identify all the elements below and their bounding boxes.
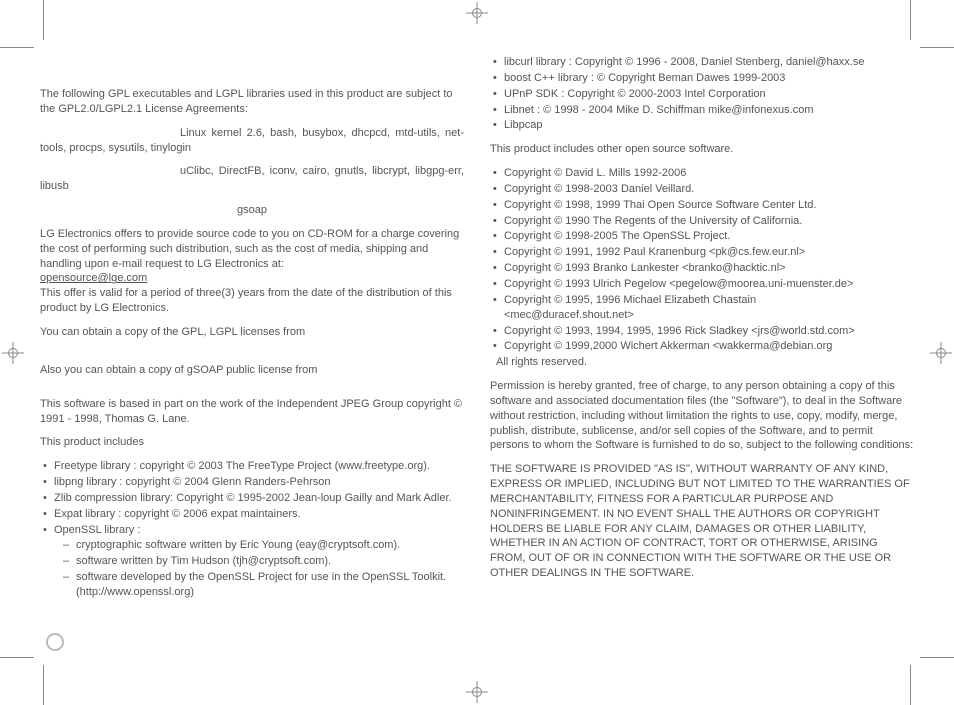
list-item: boost C++ library : © Copyright Beman Da… (490, 71, 914, 86)
included-libraries-list: Freetype library : copyright © 2003 The … (40, 459, 464, 600)
list-item: OpenSSL library : cryptographic software… (40, 523, 464, 600)
registration-mark-icon (930, 342, 952, 364)
list-item: Zlib compression library: Copyright © 19… (40, 491, 464, 506)
crop-mark (0, 47, 34, 48)
registration-mark-icon (466, 681, 488, 703)
crop-mark (43, 665, 44, 705)
list-item: Libpcap (490, 118, 914, 133)
crop-mark (920, 657, 954, 658)
gsoap-copy-paragraph: Also you can obtain a copy of gSOAP publ… (40, 363, 464, 378)
list-item: Copyright © 1993 Branko Lankester <brank… (490, 261, 914, 276)
list-item: Copyright © 1990 The Regents of the Univ… (490, 214, 914, 229)
registration-mark-icon (466, 2, 488, 24)
source-offer-paragraph: LG Electronics offers to provide source … (40, 227, 464, 272)
document-page: The following GPL executables and LGPL l… (0, 0, 954, 705)
crop-mark (910, 665, 911, 705)
list-item: libpng library : copyright © 2004 Glenn … (40, 475, 464, 490)
list-item: software developed by the OpenSSL Projec… (60, 570, 464, 600)
intro-paragraph: The following GPL executables and LGPL l… (40, 87, 464, 117)
crop-mark (920, 47, 954, 48)
list-item: libcurl library : Copyright © 1996 - 200… (490, 55, 914, 70)
text: Linux kernel 2.6, bash, busybox, dhcpcd,… (40, 127, 464, 154)
gpl-executables-list: Linux kernel 2.6, bash, busybox, dhcpcd,… (40, 126, 464, 156)
email-link: opensource@lge.com (40, 272, 147, 284)
list-item: Copyright © 1995, 1996 Michael Elizabeth… (490, 293, 914, 323)
other-oss-heading: This product includes other open source … (490, 142, 914, 157)
text: uClibc, DirectFB, iconv, cairo, gnutls, … (40, 165, 464, 192)
crop-mark (43, 0, 44, 40)
openssl-sublist: cryptographic software written by Eric Y… (54, 538, 464, 599)
lgpl-libs-list: uClibc, DirectFB, iconv, cairo, gnutls, … (40, 164, 464, 194)
crop-mark (0, 657, 34, 658)
list-item: Copyright © David L. Mills 1992-2006 (490, 166, 914, 181)
list-item: cryptographic software written by Eric Y… (60, 538, 464, 553)
list-item: Copyright © 1998, 1999 Thai Open Source … (490, 198, 914, 213)
other-copyrights-list: Copyright © David L. Mills 1992-2006 Cop… (490, 166, 914, 354)
text: <mec@duracef.shout.net> (504, 309, 634, 321)
right-column: libcurl library : Copyright © 1996 - 200… (490, 55, 914, 655)
includes-heading: This product includes (40, 435, 464, 450)
list-item: Copyright © 1993, 1994, 1995, 1996 Rick … (490, 324, 914, 339)
list-item: Freetype library : copyright © 2003 The … (40, 459, 464, 474)
registration-mark-icon (2, 342, 24, 364)
list-item: Copyright © 1998-2005 The OpenSSL Projec… (490, 229, 914, 244)
list-item: Copyright © 1991, 1992 Paul Kranenburg <… (490, 245, 914, 260)
list-item: Copyright © 1999,2000 Wichert Akkerman <… (490, 339, 914, 354)
page-hole-icon (46, 633, 64, 651)
jpeg-paragraph: This software is based in part on the wo… (40, 397, 464, 427)
list-item: software written by Tim Hudson (tjh@cryp… (60, 554, 464, 569)
list-item: Libnet : © 1998 - 2004 Mike D. Schiffman… (490, 103, 914, 118)
disclaimer-paragraph: THE SOFTWARE IS PROVIDED "AS IS", WITHOU… (490, 462, 914, 581)
gsoap-label: gsoap (40, 203, 464, 218)
list-item: UPnP SDK : Copyright © 2000-2003 Intel C… (490, 87, 914, 102)
all-rights-reserved: All rights reserved. (490, 355, 914, 370)
offer-validity-paragraph: This offer is valid for a period of thre… (40, 286, 464, 316)
top-libraries-list: libcurl library : Copyright © 1996 - 200… (490, 55, 914, 133)
left-column: The following GPL executables and LGPL l… (40, 55, 464, 655)
permission-paragraph: Permission is hereby granted, free of ch… (490, 379, 914, 453)
text: OpenSSL library : (54, 524, 140, 536)
list-item: Copyright © 1998-2003 Daniel Veillard. (490, 182, 914, 197)
crop-mark (910, 0, 911, 40)
opensource-email: opensource@lge.com (40, 271, 464, 286)
gpl-copy-paragraph: You can obtain a copy of the GPL, LGPL l… (40, 325, 464, 340)
list-item: Expat library : copyright © 2006 expat m… (40, 507, 464, 522)
list-item: Copyright © 1993 Ulrich Pegelow <pegelow… (490, 277, 914, 292)
text: Copyright © 1995, 1996 Michael Elizabeth… (504, 294, 756, 306)
